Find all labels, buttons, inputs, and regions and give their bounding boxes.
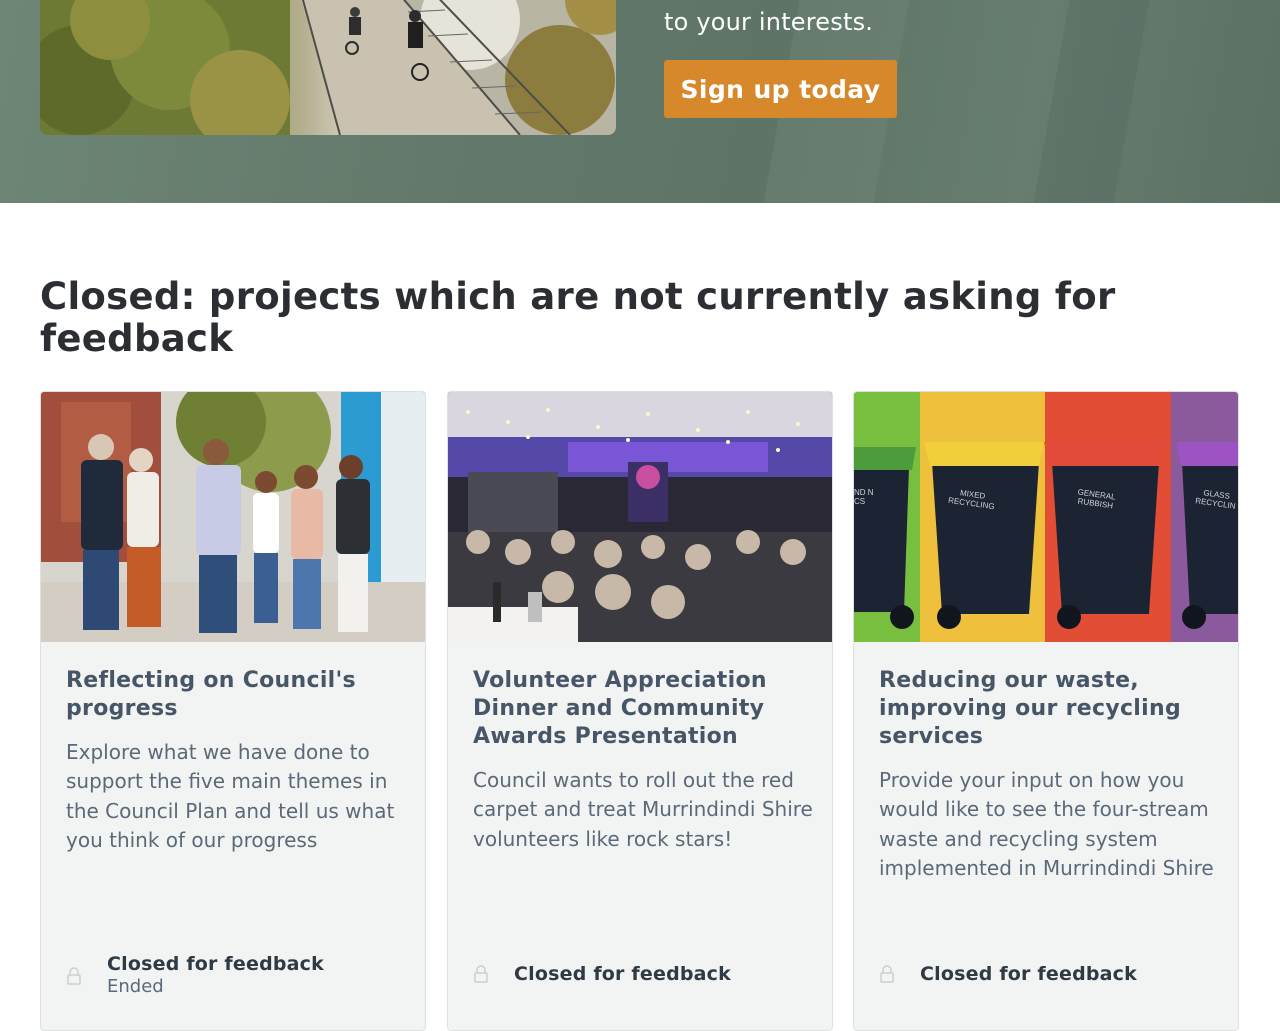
banner-dark-streak [1023,0,1157,203]
project-card-reflecting[interactable]: Reflecting on Council's progress Explore… [40,391,426,1031]
sign-up-button[interactable]: Sign up today [664,60,897,118]
project-card-recycling[interactable]: ND N CS MIXED RECYCLING GENERAL RUBBISH … [853,391,1239,1031]
card-status: Closed for feedback [879,963,1219,985]
family-walking-photo [41,392,425,642]
bin-label-1: ND N CS [854,488,874,506]
status-label: Closed for feedback [920,963,1137,985]
card-title[interactable]: Volunteer Appreciation Dinner and Commun… [473,667,813,751]
status-label: Closed for feedback [514,963,731,985]
closed-projects-heading: Closed: projects which are not currently… [40,275,1116,360]
card-status: Closed for feedback Ended [66,953,406,999]
card-title[interactable]: Reflecting on Council's progress [66,667,406,723]
project-card-volunteer-dinner[interactable]: Volunteer Appreciation Dinner and Commun… [447,391,833,1031]
dinner-event-photo [448,392,832,642]
card-description: Explore what we have done to support the… [66,740,395,853]
lock-icon [473,965,489,983]
cyclists-bridge-photo [40,0,616,135]
card-description: Provide your input on how you would like… [879,768,1214,881]
banner-text: to your interests. [664,8,874,36]
lock-icon [66,967,82,985]
lock-icon [879,965,895,983]
status-label: Closed for feedback [107,953,324,975]
recycling-bins-photo: ND N CS MIXED RECYCLING GENERAL RUBBISH … [854,392,1238,642]
status-ended-text: Ended [107,976,164,997]
card-description: Council wants to roll out the red carpet… [473,768,813,851]
signup-banner: to your interests. Sign up today [0,0,1280,203]
card-status: Closed for feedback [473,963,813,985]
card-title[interactable]: Reducing our waste, improving our recycl… [879,667,1219,751]
